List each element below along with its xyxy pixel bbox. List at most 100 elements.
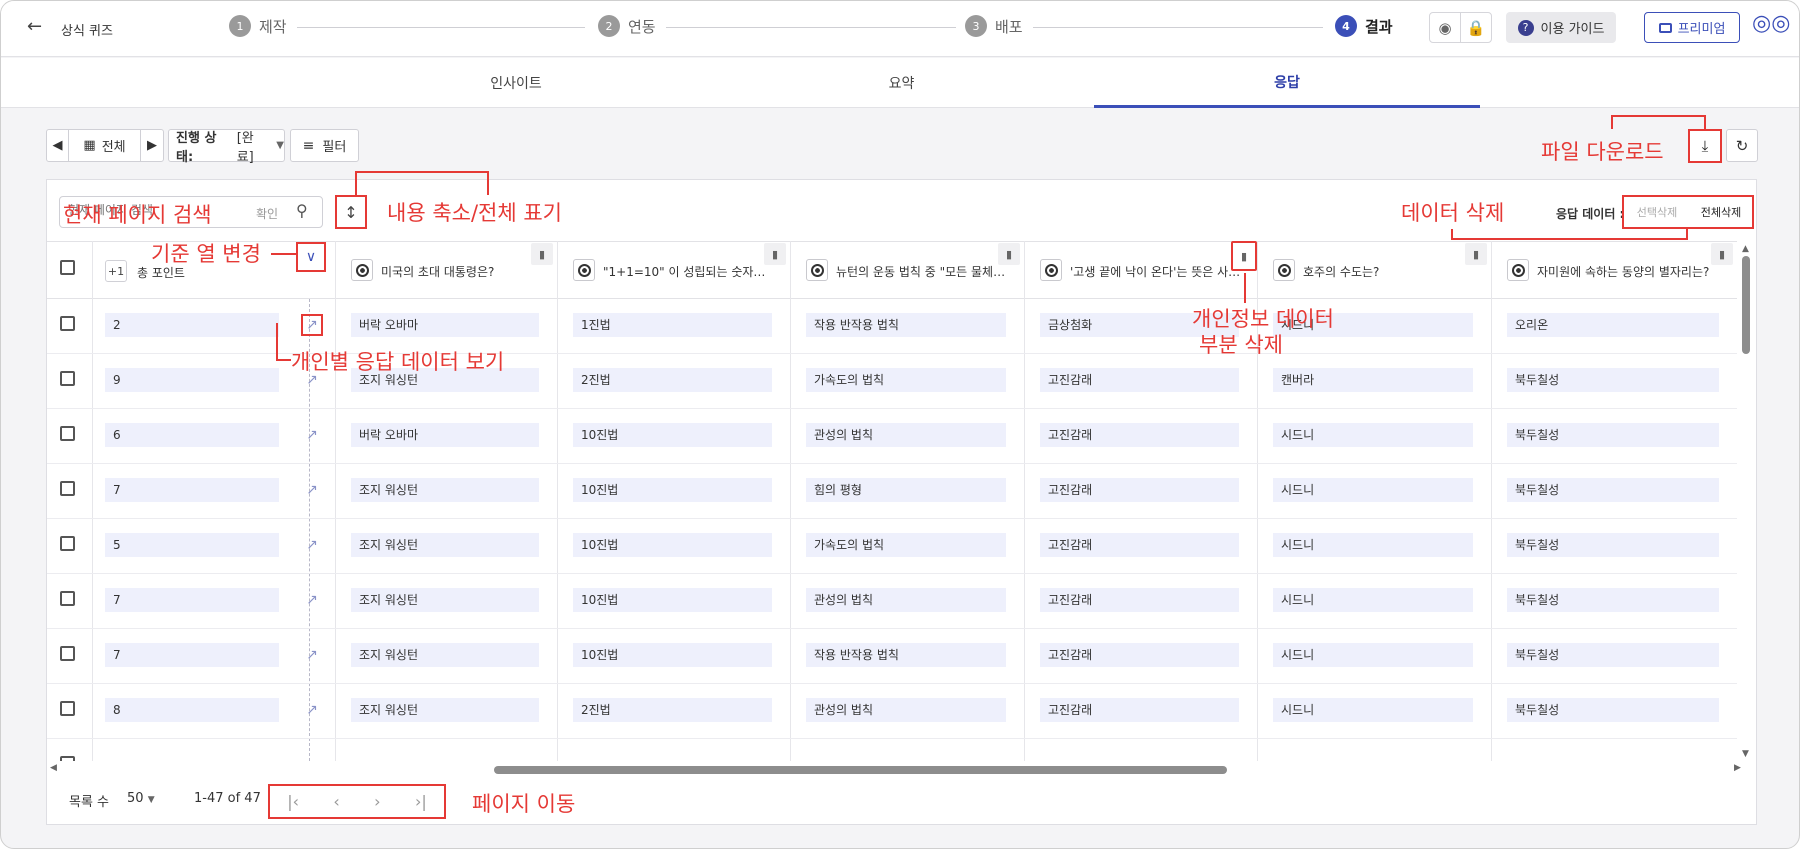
caret-down-icon: ▼ (276, 140, 284, 151)
answer-cell: 고진감래 (1040, 588, 1239, 612)
owl-logo-icon[interactable]: ◎◎ (1752, 11, 1790, 36)
premium-button[interactable]: 프리미엄 (1644, 12, 1740, 43)
tab-summary[interactable]: 요약 (710, 58, 1093, 108)
annotation-view-individual: 개인별 응답 데이터 보기 (291, 350, 505, 374)
tab-responses[interactable]: 응답 (1094, 58, 1480, 108)
annotation-delete-data: 데이터 삭제 (1401, 201, 1505, 225)
scroll-down-icon[interactable]: ▼ (1742, 749, 1749, 759)
step-3[interactable]: 3 배포 (965, 15, 1023, 37)
delete-all-button[interactable]: 전체삭제 (1690, 204, 1752, 220)
question-type-icon[interactable] (1507, 259, 1529, 281)
open-external-icon[interactable]: ↗ (301, 644, 323, 666)
open-external-icon[interactable]: ↗ (301, 699, 323, 721)
question-column-header[interactable]: 미국의 초대 대통령은? (381, 263, 541, 280)
step-2[interactable]: 2 연동 (598, 15, 656, 37)
table-row[interactable]: 7 ↗ 조지 워싱턴 10진법 작용 반작용 법칙 고진감래 시드니 북두칠성 (47, 629, 1737, 684)
row-checkbox[interactable] (60, 426, 75, 441)
scroll-left-icon[interactable]: ◀ (50, 763, 57, 773)
open-external-icon[interactable]: ↗ (301, 424, 323, 446)
row-checkbox[interactable] (60, 701, 75, 716)
step-connector (666, 27, 956, 28)
guide-button[interactable]: ? 이용 가이드 (1506, 12, 1616, 43)
chevron-down-icon[interactable]: ∨ (296, 242, 326, 272)
collapse-expand-icon[interactable]: ↕ (335, 195, 367, 229)
open-external-icon[interactable]: ↗ (301, 314, 323, 336)
question-column-header[interactable]: '고생 끝에 낙이 온다'는 뜻은 사자성어는? (1070, 263, 1241, 280)
search-icon[interactable]: ⚲ (296, 201, 308, 220)
table-row[interactable]: 5 ↗ 조지 워싱턴 10진법 가속도의 법칙 고진감래 시드니 북두칠성 (47, 519, 1737, 574)
answer-cell: 2진법 (573, 368, 772, 392)
table-row[interactable]: 7 ↗ 조지 워싱턴 10진법 관성의 법칙 고진감래 시드니 북두칠성 (47, 574, 1737, 629)
answer-cell: 고진감래 (1040, 423, 1239, 447)
step-1[interactable]: 1 제작 (229, 15, 287, 37)
status-select[interactable]: 진행 상태: [완료] ▼ (168, 129, 285, 165)
trash-icon[interactable]: ▮ (1231, 241, 1257, 271)
answer-cell: 조지 워싱턴 (351, 533, 539, 557)
search-confirm-button[interactable]: 확인 (256, 205, 278, 222)
vertical-scrollbar[interactable] (1742, 256, 1750, 354)
prev-page-icon[interactable]: ‹ (333, 792, 339, 811)
table-row[interactable]: 6 ↗ 버락 오바마 10진법 관성의 법칙 고진감래 시드니 북두칠성 (47, 409, 1737, 464)
open-external-icon[interactable]: ↗ (301, 479, 323, 501)
prev-date-icon[interactable]: ◀ (47, 130, 69, 161)
row-checkbox[interactable] (60, 316, 75, 331)
next-page-icon[interactable]: › (374, 792, 380, 811)
horizontal-scrollbar[interactable] (494, 766, 1227, 774)
next-date-icon[interactable]: ▶ (141, 130, 163, 161)
question-type-icon[interactable] (573, 259, 595, 281)
question-column-header[interactable]: 자미원에 속하는 동양의 별자리는? (1537, 263, 1721, 280)
last-page-icon[interactable]: ›| (415, 792, 427, 811)
select-all-checkbox[interactable] (60, 260, 75, 275)
question-type-icon[interactable] (1040, 259, 1062, 281)
row-checkbox[interactable] (60, 481, 75, 496)
delete-selected-button[interactable]: 선택삭제 (1624, 204, 1690, 220)
question-type-icon[interactable] (351, 259, 373, 281)
annotation-page-move: 페이지 이동 (472, 792, 576, 816)
plus-one-button[interactable]: +1 (105, 260, 127, 282)
answer-cell: 관성의 법칙 (806, 423, 1006, 447)
points-cell: 2 (105, 313, 279, 337)
question-column-header[interactable]: "1+1=10" 이 성립되는 숫자체계는? (603, 263, 774, 280)
tab-insight[interactable]: 인사이트 (322, 58, 710, 108)
table-row[interactable] (47, 739, 1737, 761)
answer-cell: 가속도의 법칙 (806, 368, 1006, 392)
rows-per-page-value: 50 (127, 791, 144, 806)
arrow-left-icon[interactable]: ← (27, 16, 42, 37)
table-row[interactable]: 8 ↗ 조지 워싱턴 2진법 관성의 법칙 고진감래 시드니 북두칠성 (47, 684, 1737, 739)
scroll-up-icon[interactable]: ▲ (1742, 244, 1749, 254)
answer-cell: 캔버라 (1273, 368, 1473, 392)
first-page-icon[interactable]: |‹ (287, 792, 299, 811)
trash-icon[interactable]: ▮ (531, 243, 553, 265)
question-type-icon[interactable] (806, 259, 828, 281)
step-4[interactable]: 4 결과 (1335, 15, 1393, 37)
rows-per-page-select[interactable]: 50 ▼ (127, 791, 155, 806)
trash-icon[interactable]: ▮ (1465, 243, 1487, 265)
step-number: 3 (965, 15, 987, 37)
answer-cell: 조지 워싱턴 (351, 478, 539, 502)
trash-icon[interactable]: ▮ (998, 243, 1020, 265)
row-checkbox[interactable] (60, 536, 75, 551)
question-type-icon[interactable] (1273, 259, 1295, 281)
download-icon[interactable]: ⤓ (1688, 129, 1722, 163)
eye-icon[interactable]: ◉ (1429, 12, 1461, 43)
date-navigator: ◀ ▦ 전체 ▶ (46, 129, 164, 162)
lock-icon[interactable]: 🔒 (1460, 12, 1492, 43)
row-checkbox[interactable] (60, 591, 75, 606)
row-checkbox[interactable] (60, 646, 75, 661)
step-label: 배포 (995, 17, 1023, 36)
question-column-header[interactable]: 호주의 수도는? (1303, 263, 1475, 280)
answer-cell: 10진법 (573, 423, 772, 447)
date-range-button[interactable]: ▦ 전체 (69, 130, 141, 161)
row-checkbox[interactable] (60, 756, 75, 761)
open-external-icon[interactable]: ↗ (301, 534, 323, 556)
rows-per-page-label: 목록 수 (69, 795, 110, 810)
row-checkbox[interactable] (60, 371, 75, 386)
trash-icon[interactable]: ▮ (764, 243, 786, 265)
filter-button[interactable]: ≡ 필터 (290, 129, 359, 162)
table-row[interactable]: 7 ↗ 조지 워싱턴 10진법 힘의 평형 고진감래 시드니 북두칠성 (47, 464, 1737, 519)
trash-icon[interactable]: ▮ (1711, 243, 1733, 265)
question-column-header[interactable]: 뉴턴의 운동 법칙 중 "모든 물체는 외부의 힘이 가해지지 않으면 자기 상… (836, 263, 1008, 280)
open-external-icon[interactable]: ↗ (301, 589, 323, 611)
scroll-right-icon[interactable]: ▶ (1734, 763, 1741, 773)
refresh-icon[interactable]: ↻ (1726, 129, 1758, 162)
